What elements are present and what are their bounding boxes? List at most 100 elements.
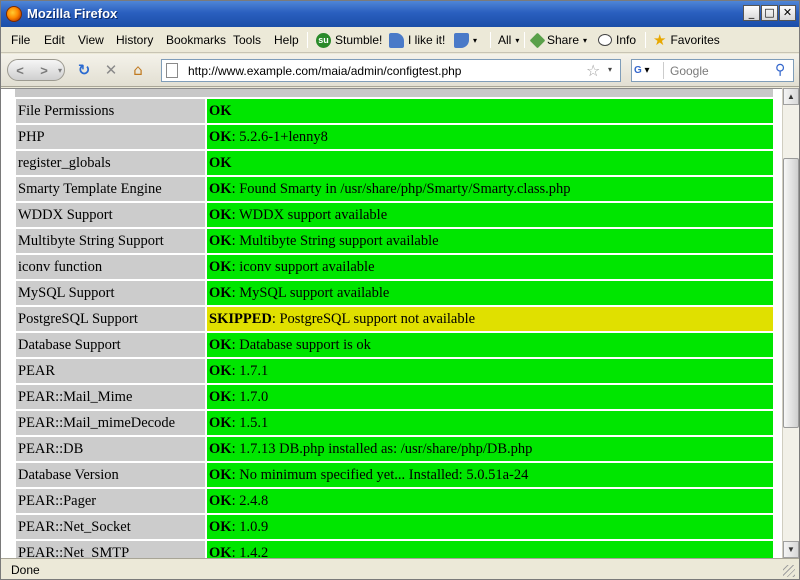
- vertical-scrollbar[interactable]: ▲ ▼: [782, 88, 799, 558]
- share-button[interactable]: Share ▾: [529, 31, 587, 49]
- check-name: File Permissions: [16, 99, 205, 123]
- stumble-button[interactable]: su Stumble!: [316, 31, 382, 49]
- status-detail: : 1.5.1: [231, 414, 269, 431]
- scroll-up-arrow-icon[interactable]: ▲: [783, 88, 799, 105]
- search-input[interactable]: Google: [670, 64, 709, 78]
- url-text[interactable]: http://www.example.com/maia/admin/config…: [188, 64, 461, 78]
- menu-tools[interactable]: Tools: [233, 33, 261, 47]
- check-result: OK: 2.4.8: [207, 489, 773, 513]
- status-label: OK: [209, 284, 232, 301]
- forward-button[interactable]: >: [32, 63, 56, 78]
- menu-file[interactable]: File: [11, 33, 30, 47]
- check-name: PEAR: [16, 359, 205, 383]
- chevron-down-icon[interactable]: ▾: [608, 65, 612, 74]
- search-icon[interactable]: ⚲: [775, 62, 785, 78]
- table-header-band: [15, 89, 773, 97]
- address-bar[interactable]: http://www.example.com/maia/admin/config…: [161, 59, 621, 82]
- status-detail: : 1.7.0: [231, 388, 269, 405]
- menu-separator: [307, 32, 308, 48]
- status-label: OK: [209, 336, 232, 353]
- favorites-button[interactable]: ★ Favorites: [653, 31, 720, 49]
- status-label: OK: [209, 544, 232, 559]
- back-button[interactable]: <: [8, 63, 32, 78]
- bookmark-star-icon[interactable]: ☆: [586, 61, 600, 80]
- table-row: PEAR::Net_Socket OK: 1.0.9: [16, 515, 773, 539]
- check-name: PHP: [16, 125, 205, 149]
- status-label: OK: [209, 492, 232, 509]
- search-bar[interactable]: G ▾ Google ⚲: [631, 59, 794, 82]
- page-content: File Permissions OK PHP OK: 5.2.6-1+lenny8 r…: [1, 88, 782, 558]
- menu-bookmarks[interactable]: Bookmarks: [166, 33, 226, 47]
- table-row: PEAR::DB OK: 1.7.13 DB.php installed as: …: [16, 437, 773, 461]
- table-row: WDDX Support OK: WDDX support available: [16, 203, 773, 227]
- table-row: Database Support OK: Database support is …: [16, 333, 773, 357]
- menu-edit[interactable]: Edit: [44, 33, 65, 47]
- title-bar: Mozilla Firefox _ □ ✕: [1, 1, 799, 27]
- home-icon[interactable]: ⌂: [129, 61, 147, 79]
- check-result: SKIPPED: PostgreSQL support not availabl…: [207, 307, 773, 331]
- status-label: OK: [209, 258, 232, 275]
- check-result: OK: 1.7.13 DB.php installed as: /usr/sha…: [207, 437, 773, 461]
- check-name: Database Support: [16, 333, 205, 357]
- i-like-it-button[interactable]: I like it!: [389, 31, 445, 49]
- status-detail: : 1.7.13 DB.php installed as: /usr/share…: [231, 440, 533, 457]
- check-result: OK: iconv support available: [207, 255, 773, 279]
- toolbar-separator: [490, 32, 491, 48]
- scroll-down-arrow-icon[interactable]: ▼: [783, 541, 799, 558]
- check-name: MySQL Support: [16, 281, 205, 305]
- status-detail: : 1.7.1: [231, 362, 269, 379]
- status-bar: Done: [1, 558, 799, 579]
- status-detail: : 1.4.2: [231, 544, 269, 559]
- close-button[interactable]: ✕: [779, 5, 796, 21]
- google-icon: G: [634, 65, 642, 76]
- status-detail: : 2.4.8: [231, 492, 269, 509]
- menu-view[interactable]: View: [78, 33, 104, 47]
- status-text: Done: [11, 563, 40, 577]
- check-name: PEAR::DB: [16, 437, 205, 461]
- check-name: register_globals: [16, 151, 205, 175]
- stop-icon[interactable]: ✕: [102, 61, 120, 79]
- maximize-button[interactable]: □: [761, 5, 778, 21]
- menu-bar: File Edit View History Bookmarks Tools H…: [1, 27, 799, 53]
- share-label: Share: [547, 33, 580, 47]
- status-label: OK: [209, 362, 232, 379]
- check-name: Smarty Template Engine: [16, 177, 205, 201]
- chevron-down-icon: ▾: [515, 35, 520, 45]
- status-label: OK: [209, 102, 232, 119]
- check-name: PostgreSQL Support: [16, 307, 205, 331]
- table-row: File Permissions OK: [16, 99, 773, 123]
- table-row: PEAR::Mail_mimeDecode OK: 1.5.1: [16, 411, 773, 435]
- menu-help[interactable]: Help: [274, 33, 299, 47]
- check-result: OK: 1.7.1: [207, 359, 773, 383]
- check-name: PEAR::Mail_mimeDecode: [16, 411, 205, 435]
- history-dropdown[interactable]: ▾: [56, 66, 64, 75]
- check-result: OK: MySQL support available: [207, 281, 773, 305]
- minimize-button[interactable]: _: [743, 5, 760, 21]
- reload-icon[interactable]: ↻: [75, 61, 93, 79]
- scrollbar-thumb[interactable]: [783, 158, 799, 428]
- status-detail: : Found Smarty in /usr/share/php/Smarty/…: [231, 180, 571, 197]
- favorites-label: Favorites: [670, 33, 720, 47]
- star-icon: ★: [653, 31, 667, 49]
- chevron-down-icon: ▾: [473, 35, 478, 45]
- table-row: PostgreSQL Support SKIPPED: PostgreSQL su…: [16, 307, 773, 331]
- check-name: Multibyte String Support: [16, 229, 205, 253]
- status-detail: : MySQL support available: [231, 284, 390, 301]
- status-label: OK: [209, 518, 232, 535]
- check-result: OK: WDDX support available: [207, 203, 773, 227]
- search-engine-selector[interactable]: G ▾: [634, 62, 664, 79]
- status-label: OK: [209, 232, 232, 249]
- menu-history[interactable]: History: [116, 33, 153, 47]
- page-icon: [166, 63, 178, 78]
- info-button[interactable]: Info: [598, 31, 636, 49]
- all-dropdown[interactable]: All ▾: [498, 31, 519, 49]
- status-label: OK: [209, 388, 232, 405]
- thumbs-down-button[interactable]: ▾: [454, 31, 477, 49]
- share-icon: [529, 32, 546, 48]
- resize-grip-icon[interactable]: [783, 565, 795, 577]
- status-detail: : Database support is ok: [231, 336, 371, 353]
- check-name: PEAR::Mail_Mime: [16, 385, 205, 409]
- toolbar-separator: [645, 32, 646, 48]
- info-label: Info: [616, 33, 637, 47]
- back-forward-group: < > ▾: [7, 59, 65, 81]
